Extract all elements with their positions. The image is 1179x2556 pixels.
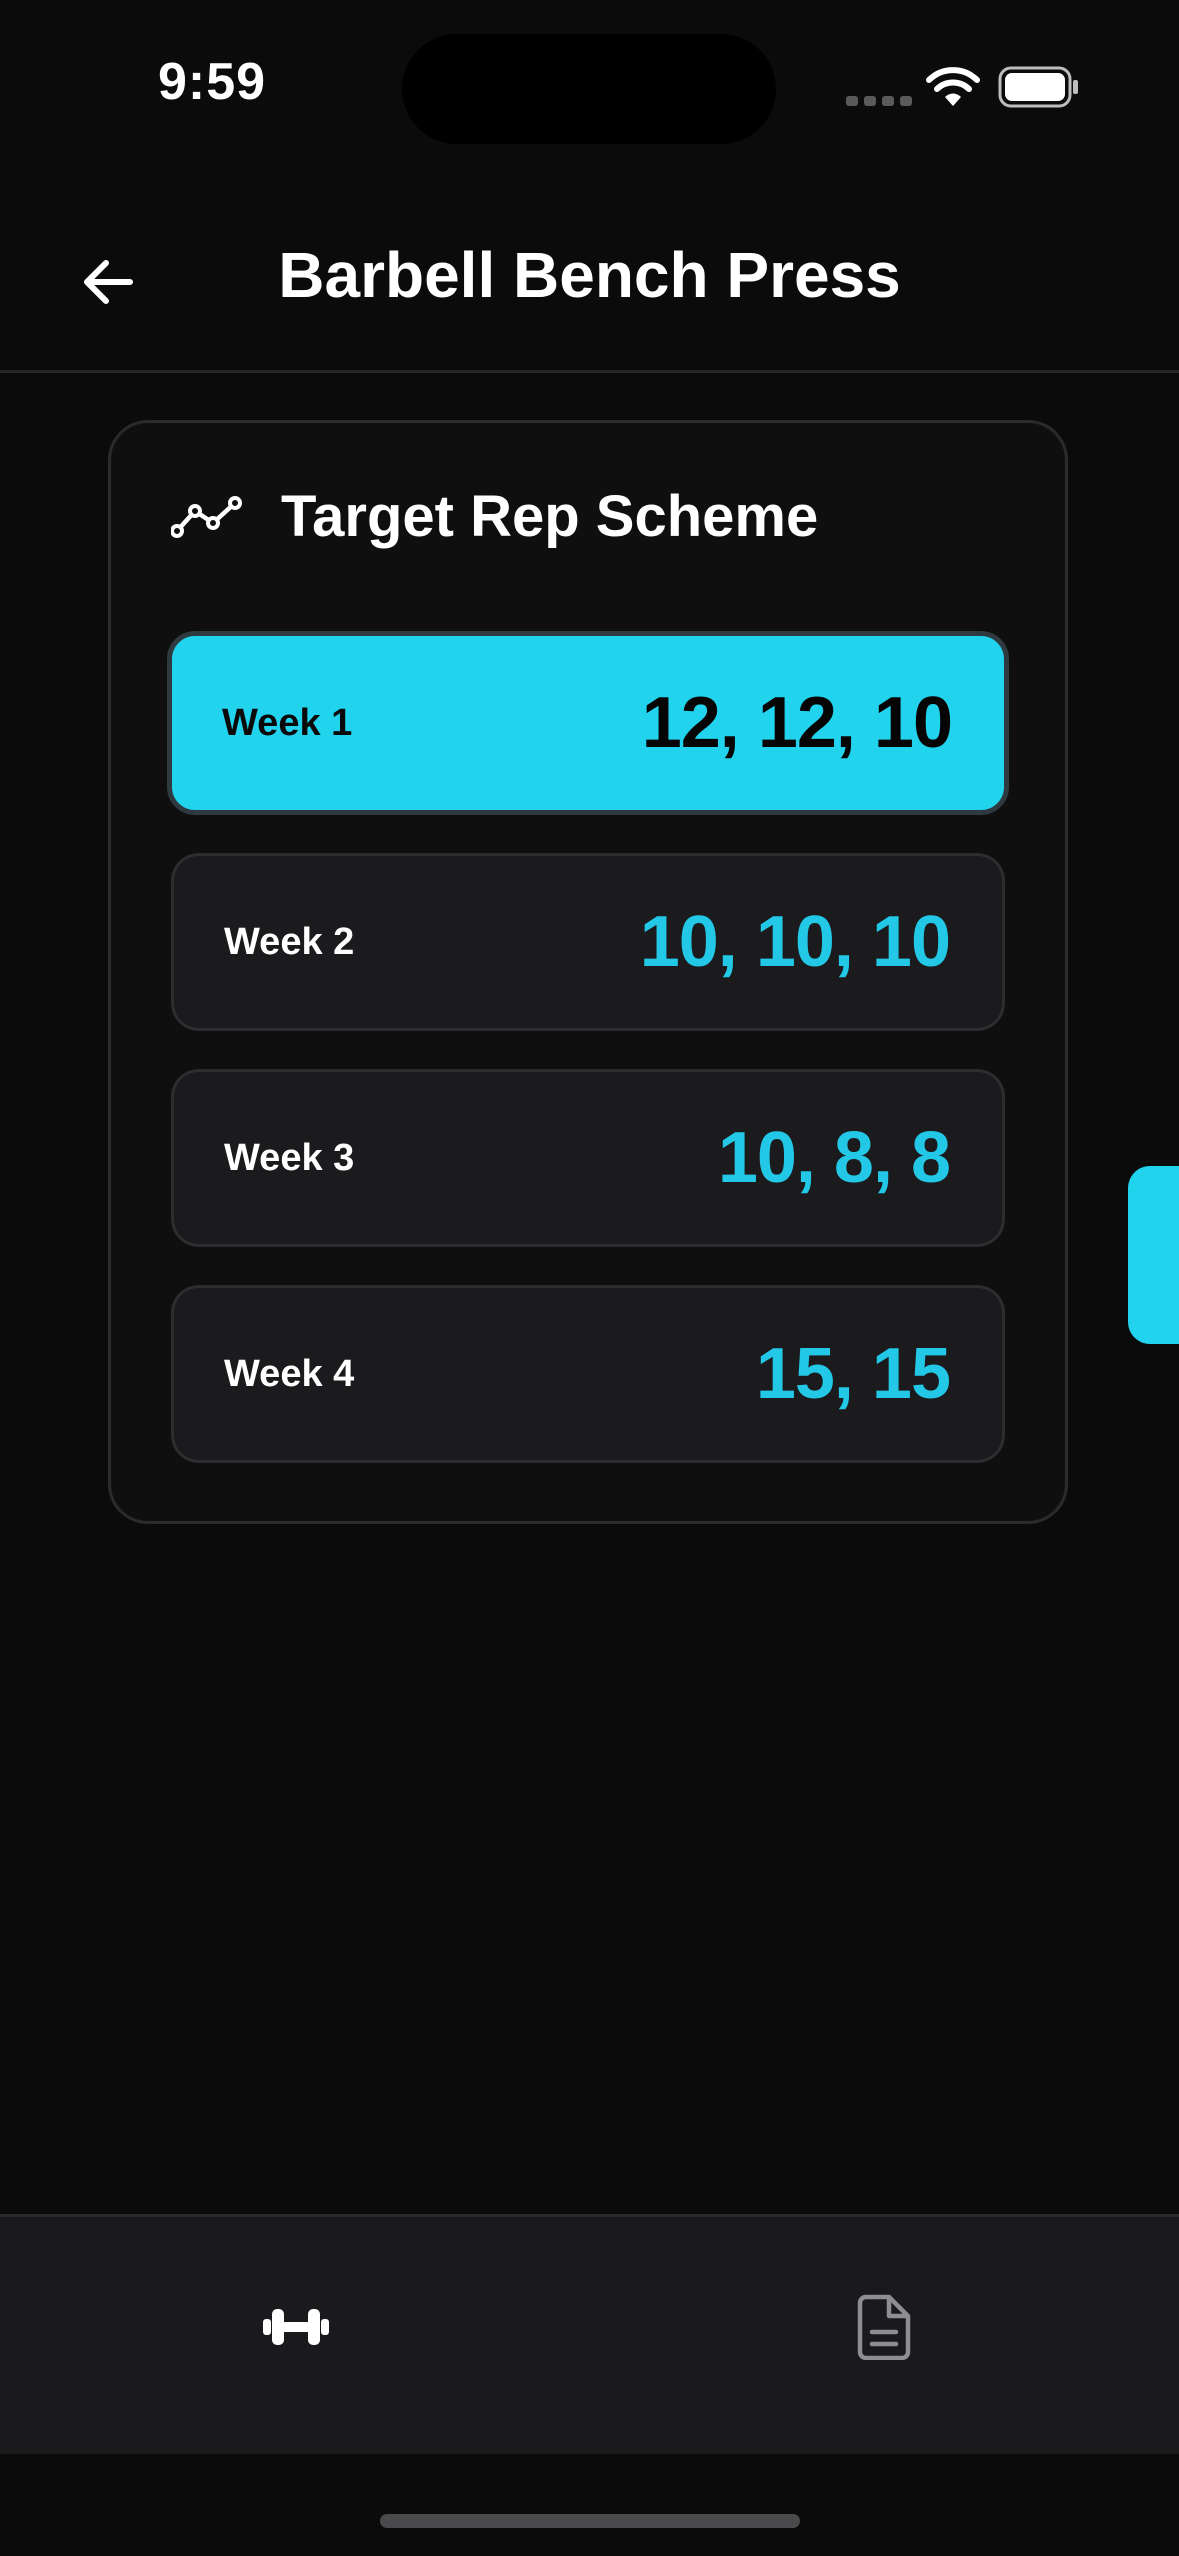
week-label: Week 1 (222, 701, 353, 744)
week-row-4[interactable]: Week 4 15, 15 (171, 1285, 1005, 1463)
tab-workout[interactable] (236, 2277, 356, 2377)
page-title: Barbell Bench Press (278, 239, 901, 311)
week-row-2[interactable]: Week 2 10, 10, 10 (171, 853, 1005, 1031)
status-time: 9:59 (158, 53, 267, 111)
tab-notes[interactable] (824, 2277, 944, 2377)
week-label: Week 4 (224, 1352, 355, 1395)
battery-icon (998, 66, 1078, 108)
trend-line-icon (171, 495, 242, 538)
card-header: Target Rep Scheme (171, 483, 818, 550)
week-label: Week 3 (224, 1136, 355, 1179)
wifi-icon (926, 67, 980, 106)
side-drawer-handle[interactable] (1128, 1166, 1179, 1344)
week-row-3[interactable]: Week 3 10, 8, 8 (171, 1069, 1005, 1247)
week-reps: 10, 8, 8 (717, 1118, 951, 1198)
cellular-signal-icon (846, 96, 912, 106)
home-indicator (380, 2514, 800, 2528)
week-label: Week 2 (224, 920, 355, 963)
document-icon (857, 2294, 911, 2360)
dumbbell-icon (263, 2309, 329, 2345)
week-reps: 15, 15 (755, 1334, 951, 1414)
rep-scheme-card: Target Rep Scheme Week 1 12, 12, 10 Week… (108, 420, 1068, 1524)
week-reps: 10, 10, 10 (639, 902, 951, 982)
week-reps: 12, 12, 10 (641, 683, 953, 763)
card-title: Target Rep Scheme (281, 484, 819, 549)
week-row-1[interactable]: Week 1 12, 12, 10 (167, 631, 1009, 815)
tab-bar (0, 2214, 1179, 2454)
dynamic-island (402, 34, 776, 144)
header: Barbell Bench Press (0, 200, 1179, 373)
